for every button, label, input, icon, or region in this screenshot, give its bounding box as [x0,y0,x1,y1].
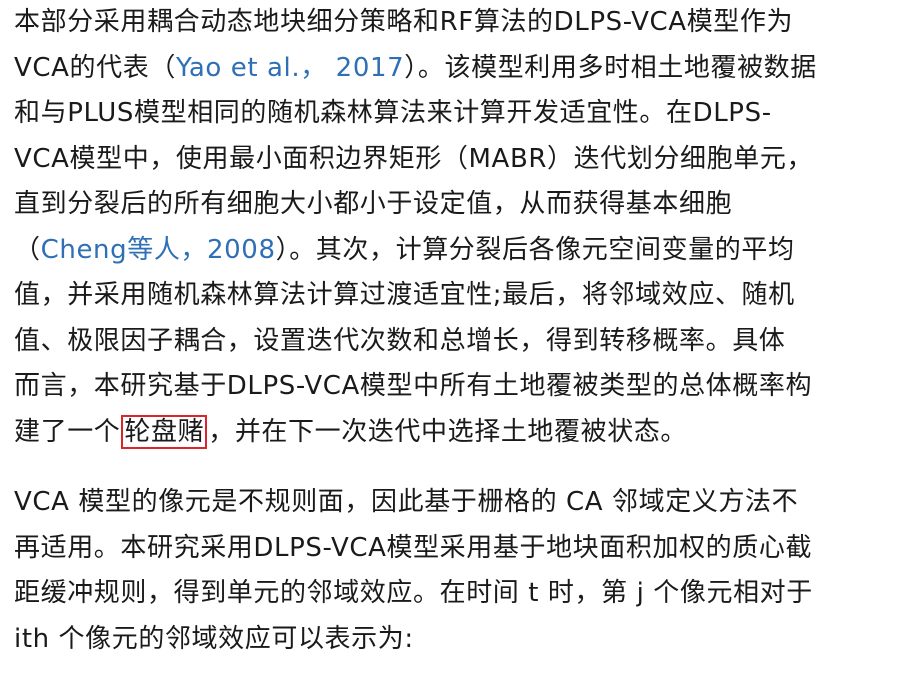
text-segment: VCA的代表（ [14,52,176,83]
paragraph-1: 本部分采用耦合动态地块细分策略和RF算法的DLPS-VCA模型作为 VCA的代表… [14,0,894,455]
paragraph-1-line-7: 值，并采用随机森林算法计算过渡适宜性;最后，将邻域效应、随机 [14,280,795,310]
text-segment: 建了一个 [14,416,121,447]
citation-link-yao-2017[interactable]: Yao et al.， 2017 [176,53,404,83]
paragraph-2-line-1: VCA 模型的像元是不规则面，因此基于栅格的 CA 邻域定义方法不 [14,487,799,517]
paragraph-2: VCA 模型的像元是不规则面，因此基于栅格的 CA 邻域定义方法不 再适用。本研… [14,480,894,662]
article-body: 本部分采用耦合动态地块细分策略和RF算法的DLPS-VCA模型作为 VCA的代表… [14,0,894,662]
paragraph-1-line-1: 本部分采用耦合动态地块细分策略和RF算法的DLPS-VCA模型作为 [14,7,794,37]
paragraph-1-line-9: 而言，本研究基于DLPS-VCA模型中所有土地覆被类型的总体概率构 [14,371,813,401]
paragraph-1-line-2: VCA的代表（Yao et al.， 2017）。该模型利用多时相土地覆被数据 [14,46,894,92]
highlighted-term-box: 轮盘赌 [121,414,208,449]
paragraph-1-line-8: 值、极限因子耦合，设置迭代次数和总增长，得到转移概率。具体 [14,325,786,356]
paragraph-1-line-5: 直到分裂后的所有细胞大小都小于设定值，从而获得基本细胞 [14,189,733,219]
paragraph-1-line-4: VCA模型中，使用最小面积边界矩形（MABR）迭代划分细胞单元， [14,143,814,174]
text-segment: ，并在下一次迭代中选择土地覆被状态。 [208,416,688,447]
paragraph-1-line-6: （Cheng等人，2008）。其次，计算分裂后各像元空间变量的平均 [14,228,894,274]
paragraph-2-line-3: 距缓冲规则，得到单元的邻域效应。在时间 t 时，第 j 个像元相对于 [14,578,813,608]
text-segment: （ [14,234,41,265]
text-segment: ）。该模型利用多时相土地覆被数据 [404,52,817,83]
paragraph-2-line-2: 再适用。本研究采用DLPS-VCA模型采用基于地块面积加权的质心截 [14,532,813,563]
paragraph-1-line-10: 建了一个 轮盘赌 ，并在下一次迭代中选择土地覆被状态。 [14,410,894,456]
citation-link-cheng-2008[interactable]: Cheng等人，2008 [41,235,276,265]
paragraph-2-line-4: ith 个像元的邻域效应可以表示为: [14,623,414,654]
paragraph-1-line-3: 和与PLUS模型相同的随机森林算法来计算开发适宜性。在DLPS- [14,98,772,128]
text-segment: ）。其次，计算分裂后各像元空间变量的平均 [275,234,795,265]
